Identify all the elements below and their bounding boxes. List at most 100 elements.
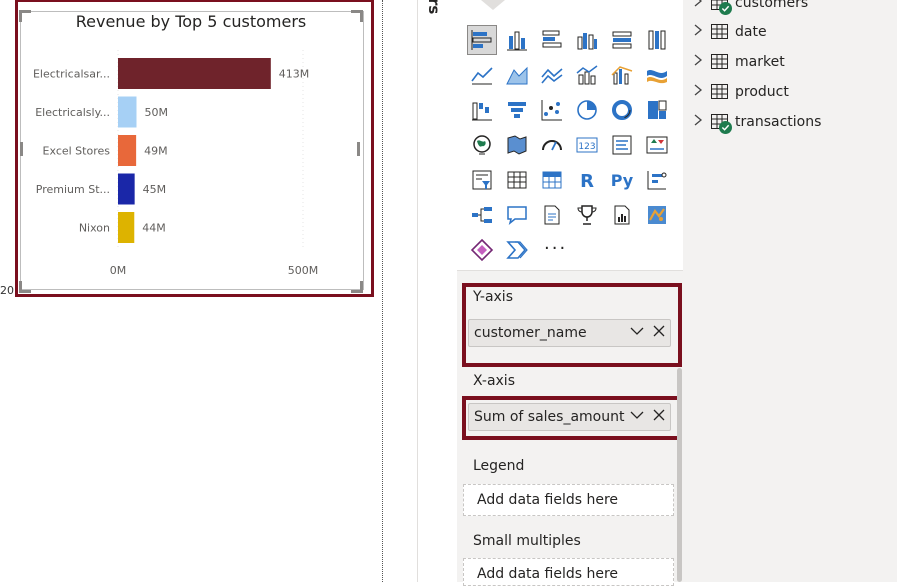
stacked-column-icon[interactable] — [503, 26, 531, 54]
bar[interactable] — [118, 212, 135, 243]
card-icon[interactable]: 123 — [573, 131, 601, 159]
paginated-report-icon[interactable] — [608, 201, 636, 229]
category-label: Nixon — [79, 222, 110, 235]
filters-strip-label[interactable]: rs — [425, 0, 443, 14]
legend-label: Legend — [473, 458, 525, 474]
svg-text:R: R — [580, 171, 594, 192]
python-visual-icon[interactable]: Py — [608, 166, 636, 194]
waterfall-icon[interactable] — [468, 96, 496, 124]
field-table-market[interactable]: market — [693, 51, 785, 73]
data-label: 45M — [143, 183, 167, 196]
expand-chevron-icon[interactable] — [693, 84, 707, 100]
smart-narrative-icon[interactable] — [538, 201, 566, 229]
data-label: 44M — [142, 222, 166, 235]
chevron-down-icon[interactable] — [630, 324, 644, 338]
x-axis-label: X-axis — [473, 373, 515, 389]
table-icon — [711, 24, 729, 40]
treemap-icon[interactable] — [643, 96, 671, 124]
matrix-icon[interactable] — [538, 166, 566, 194]
trophy-goals-icon[interactable] — [573, 201, 601, 229]
x-tick-label: 0M — [110, 264, 127, 277]
collapsed-filters-strip[interactable] — [417, 0, 459, 582]
key-influencers-icon[interactable] — [643, 166, 671, 194]
table-icon — [711, 84, 729, 100]
remove-field-icon[interactable] — [652, 408, 666, 422]
expand-chevron-icon[interactable] — [693, 54, 707, 70]
pane-scrollbar[interactable] — [677, 368, 682, 582]
100-stacked-column-icon[interactable] — [643, 26, 671, 54]
in-use-check-icon — [719, 2, 732, 15]
clustered-column-icon[interactable] — [573, 26, 601, 54]
power-automate-icon[interactable] — [503, 236, 531, 264]
bar[interactable] — [118, 58, 271, 89]
line-clustered-column-icon[interactable] — [608, 61, 636, 89]
in-use-check-icon — [719, 121, 732, 134]
table-icon[interactable] — [503, 166, 531, 194]
chart-title: Revenue by Top 5 customers — [75, 12, 307, 31]
multi-row-card-icon[interactable] — [608, 131, 636, 159]
legend-drop-zone[interactable]: Add data fields here — [463, 484, 674, 516]
field-table-date[interactable]: date — [693, 21, 767, 43]
funnel-icon[interactable] — [503, 96, 531, 124]
data-label: 413M — [279, 68, 310, 81]
expand-chevron-icon[interactable] — [693, 114, 707, 130]
gallery-pointer — [481, 0, 505, 10]
bar[interactable] — [118, 96, 137, 128]
table-name: date — [735, 24, 767, 40]
stacked-bar-icon[interactable] — [467, 25, 497, 55]
more-visuals-icon[interactable]: ··· — [544, 238, 567, 259]
filled-map-icon[interactable] — [503, 131, 531, 159]
table-icon — [711, 0, 732, 15]
donut-icon[interactable] — [608, 96, 636, 124]
r-visual-icon[interactable]: R — [573, 166, 601, 194]
clustered-bar-icon[interactable] — [538, 26, 566, 54]
chart-plot-area: Electricalsar... 413M Electricalsly... 50M E… — [33, 50, 318, 277]
table-name: transactions — [735, 114, 822, 130]
area-chart-icon[interactable] — [503, 61, 531, 89]
gauge-icon[interactable] — [538, 131, 566, 159]
svg-text:123: 123 — [578, 142, 595, 152]
bar[interactable] — [118, 173, 135, 205]
field-table-customers[interactable]: customers — [693, 0, 809, 15]
line-stacked-column-icon[interactable] — [573, 61, 601, 89]
pie-icon[interactable] — [573, 96, 601, 124]
y-axis-field-name: customer_name — [474, 325, 587, 341]
arcgis-map-icon[interactable] — [643, 201, 671, 229]
map-icon[interactable] — [468, 131, 496, 159]
y-axis-field-pill[interactable]: customer_name — [468, 319, 671, 347]
pane-divider — [457, 270, 683, 271]
scatter-icon[interactable] — [538, 96, 566, 124]
slicer-icon[interactable] — [468, 166, 496, 194]
legend-placeholder: Add data fields here — [477, 492, 619, 508]
x-axis-field-name: Sum of sales_amount — [474, 409, 625, 425]
table-name: market — [735, 54, 785, 70]
kpi-icon[interactable] — [643, 131, 671, 159]
table-name: customers — [735, 0, 809, 11]
power-apps-icon[interactable] — [468, 236, 496, 264]
stacked-area-icon[interactable] — [538, 61, 566, 89]
table-name: product — [735, 84, 789, 100]
small-multiples-placeholder: Add data fields here — [477, 566, 619, 582]
x-axis-field-pill[interactable]: Sum of sales_amount — [468, 403, 671, 431]
expand-chevron-icon[interactable] — [693, 0, 707, 11]
data-label: 50M — [145, 106, 169, 119]
y-axis-label: Y-axis — [473, 289, 513, 305]
category-label: Excel Stores — [43, 145, 111, 158]
category-label: Electricalsly... — [35, 106, 110, 119]
100-stacked-bar-icon[interactable] — [608, 26, 636, 54]
canvas-border — [382, 0, 383, 582]
canvas-cut-label: 20 — [0, 284, 14, 297]
category-label: Premium St... — [36, 183, 110, 196]
line-chart-icon[interactable] — [468, 61, 496, 89]
field-table-product[interactable]: product — [693, 81, 789, 103]
chevron-down-icon[interactable] — [630, 408, 644, 422]
table-icon — [711, 114, 732, 134]
bar[interactable] — [118, 135, 137, 166]
qa-icon[interactable] — [503, 201, 531, 229]
expand-chevron-icon[interactable] — [693, 24, 707, 40]
decomposition-tree-icon[interactable] — [468, 201, 496, 229]
ribbon-chart-icon[interactable] — [643, 61, 671, 89]
remove-field-icon[interactable] — [652, 324, 666, 338]
field-table-transactions[interactable]: transactions — [693, 111, 822, 134]
category-label: Electricalsar... — [33, 68, 110, 81]
